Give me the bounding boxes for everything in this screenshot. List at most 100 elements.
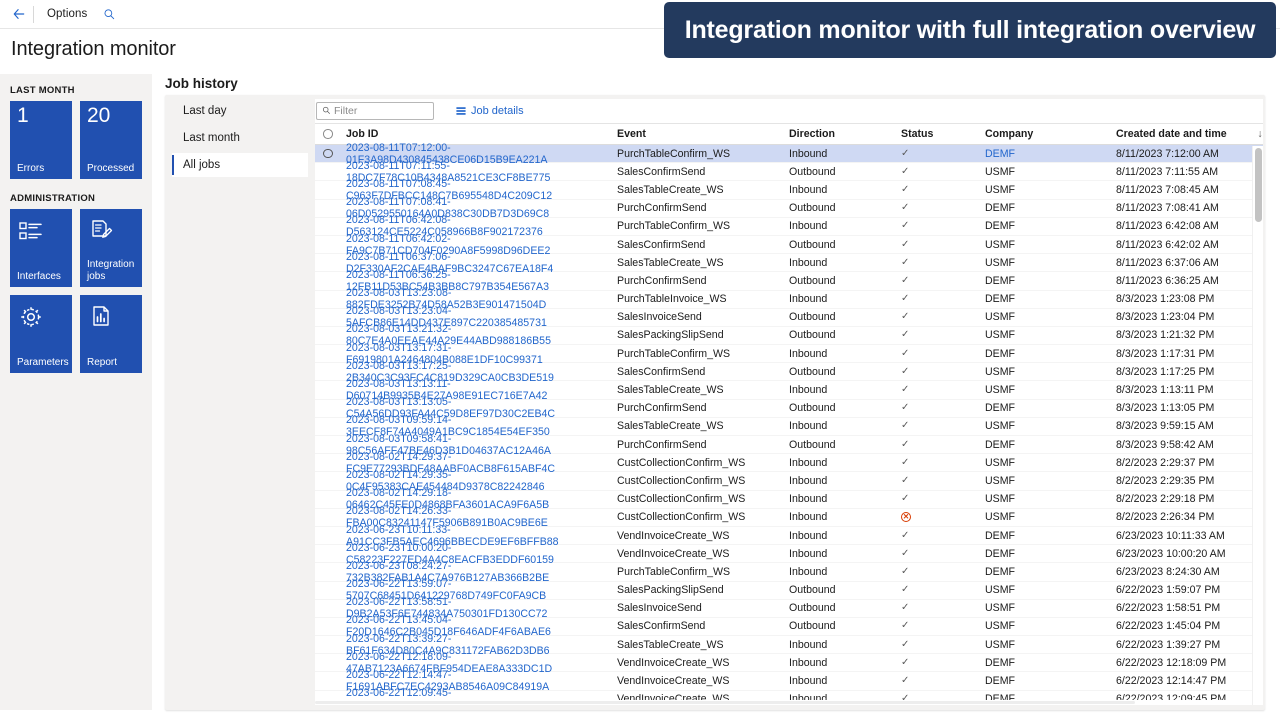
cell-event: CustCollectionConfirm_WS bbox=[617, 456, 746, 469]
grid-scroll-thumb[interactable] bbox=[1255, 148, 1262, 222]
cell-created: 6/23/2023 8:24:30 AM bbox=[1116, 565, 1220, 578]
cell-created: 6/23/2023 10:11:33 AM bbox=[1116, 529, 1225, 542]
cell-created: 8/3/2023 1:17:31 PM bbox=[1116, 347, 1215, 360]
tile-interfaces[interactable]: Interfaces bbox=[10, 209, 72, 287]
cell-event: SalesConfirmSend bbox=[617, 620, 706, 633]
column-header-direction[interactable]: Direction bbox=[789, 128, 901, 140]
grid-horizontal-scrollbar[interactable] bbox=[315, 700, 1247, 705]
cell-event: PurchTableInvoice_WS bbox=[617, 293, 727, 306]
cell-company: USMF bbox=[985, 493, 1016, 506]
cell-event: SalesTableCreate_WS bbox=[617, 256, 724, 269]
check-icon: ✓ bbox=[901, 202, 910, 214]
grid-vertical-scrollbar[interactable] bbox=[1252, 146, 1263, 705]
back-arrow-icon[interactable] bbox=[8, 3, 30, 25]
cell-event: SalesTableCreate_WS bbox=[617, 638, 724, 651]
cell-direction: Inbound bbox=[789, 183, 828, 196]
cell-company: DEMF bbox=[985, 565, 1016, 578]
search-icon[interactable] bbox=[103, 8, 116, 21]
column-header-job-id[interactable]: Job ID bbox=[341, 128, 617, 140]
cell-direction: Outbound bbox=[789, 438, 836, 451]
tile-processed[interactable]: 20 Processed bbox=[80, 101, 142, 179]
quick-filter-all-jobs[interactable]: All jobs bbox=[172, 153, 308, 177]
cell-company: DEMF bbox=[985, 274, 1016, 287]
column-header-event[interactable]: Event bbox=[617, 128, 789, 140]
search-input[interactable]: Filter bbox=[316, 102, 434, 120]
sort-descending-icon[interactable]: ↓ bbox=[1248, 128, 1263, 140]
cell-event: CustCollectionConfirm_WS bbox=[617, 474, 746, 487]
check-icon: ✓ bbox=[901, 493, 910, 505]
cell-direction: Outbound bbox=[789, 584, 836, 597]
select-all-radio[interactable] bbox=[315, 129, 341, 139]
cell-created: 6/22/2023 1:59:07 PM bbox=[1116, 584, 1221, 597]
cell-direction: Outbound bbox=[789, 402, 836, 415]
tile-errors[interactable]: 1 Errors bbox=[10, 101, 72, 179]
cell-company: DEMF bbox=[985, 529, 1016, 542]
column-header-status[interactable]: Status bbox=[901, 128, 985, 140]
cell-event: SalesConfirmSend bbox=[617, 165, 706, 178]
cell-event: VendInvoiceCreate_WS bbox=[617, 675, 730, 688]
cell-event: VendInvoiceCreate_WS bbox=[617, 656, 730, 669]
cell-direction: Inbound bbox=[789, 493, 828, 506]
grid-hscroll-thumb[interactable] bbox=[315, 701, 1135, 704]
cell-company: DEMF bbox=[985, 675, 1016, 688]
tile-errors-count: 1 bbox=[17, 104, 29, 127]
cell-event: CustCollectionConfirm_WS bbox=[617, 511, 746, 524]
cell-event: PurchConfirmSend bbox=[617, 274, 707, 287]
error-icon: ✕ bbox=[901, 512, 911, 523]
cell-direction: Inbound bbox=[789, 529, 828, 542]
cell-status: ✓ bbox=[901, 439, 985, 450]
job-grid-container: Filter Job details Job ID Event Directio bbox=[315, 99, 1263, 705]
cell-direction: Inbound bbox=[789, 547, 828, 560]
cell-event: SalesConfirmSend bbox=[617, 365, 706, 378]
check-icon: ✓ bbox=[901, 675, 910, 687]
cell-direction: Inbound bbox=[789, 293, 828, 306]
caption-banner: Integration monitor with full integratio… bbox=[664, 2, 1276, 58]
cell-created: 8/11/2023 7:11:55 AM bbox=[1116, 165, 1219, 178]
cell-direction: Inbound bbox=[789, 511, 828, 524]
tile-interfaces-label: Interfaces bbox=[17, 270, 61, 282]
cell-created: 8/3/2023 1:17:25 PM bbox=[1116, 365, 1215, 378]
tile-errors-label: Errors bbox=[17, 162, 45, 174]
column-header-company[interactable]: Company bbox=[985, 128, 1116, 140]
cell-company: USMF bbox=[985, 602, 1016, 615]
cell-company: USMF bbox=[985, 584, 1016, 597]
tile-parameters[interactable]: Parameters bbox=[10, 295, 72, 373]
cell-company[interactable]: DEMF bbox=[985, 148, 1116, 160]
cell-company: USMF bbox=[985, 420, 1016, 433]
quick-filter-list: Last day Last month All jobs bbox=[172, 99, 308, 181]
cell-status: ✓ bbox=[901, 348, 985, 359]
integration-monitor-page: Options Integration monitor with full in… bbox=[0, 0, 1280, 720]
cell-company: DEMF bbox=[985, 402, 1016, 415]
cell-status: ✓ bbox=[901, 312, 985, 322]
cell-event: SalesInvoiceSend bbox=[617, 602, 702, 615]
column-header-created-date[interactable]: Created date and time bbox=[1116, 128, 1248, 140]
cell-created: 8/3/2023 1:23:04 PM bbox=[1116, 311, 1215, 324]
options-button[interactable]: Options bbox=[41, 6, 93, 22]
tile-report[interactable]: Report bbox=[80, 295, 142, 373]
cell-status: ✓ bbox=[901, 621, 985, 631]
cell-created: 8/11/2023 6:36:25 AM bbox=[1116, 274, 1219, 287]
check-icon: ✓ bbox=[901, 620, 910, 632]
cell-status: ✓ bbox=[901, 148, 985, 159]
quick-filter-last-day[interactable]: Last day bbox=[172, 99, 308, 122]
cell-direction: Inbound bbox=[789, 474, 828, 487]
quick-filter-last-month[interactable]: Last month bbox=[172, 126, 308, 149]
cell-status: ✓ bbox=[901, 475, 985, 486]
job-history-heading: Job history bbox=[165, 76, 238, 91]
radio-icon bbox=[323, 129, 333, 139]
job-details-button[interactable]: Job details bbox=[456, 105, 524, 117]
cell-direction: Inbound bbox=[789, 347, 828, 360]
cell-created: 8/11/2023 6:37:06 AM bbox=[1116, 256, 1219, 269]
check-icon: ✓ bbox=[901, 274, 910, 286]
tile-integration-jobs[interactable]: Integration jobs bbox=[80, 209, 142, 287]
cell-status: ✓ bbox=[901, 548, 985, 559]
cell-status: ✓ bbox=[901, 366, 985, 377]
row-select-radio[interactable] bbox=[315, 148, 341, 159]
cell-event: SalesTableCreate_WS bbox=[617, 384, 724, 397]
cell-status: ✓ bbox=[901, 221, 985, 231]
check-icon: ✓ bbox=[901, 656, 910, 668]
tile-row-admin-2: Parameters Report bbox=[10, 295, 152, 373]
check-icon: ✓ bbox=[901, 183, 910, 195]
cell-company: USMF bbox=[985, 638, 1016, 651]
check-icon: ✓ bbox=[901, 384, 910, 396]
